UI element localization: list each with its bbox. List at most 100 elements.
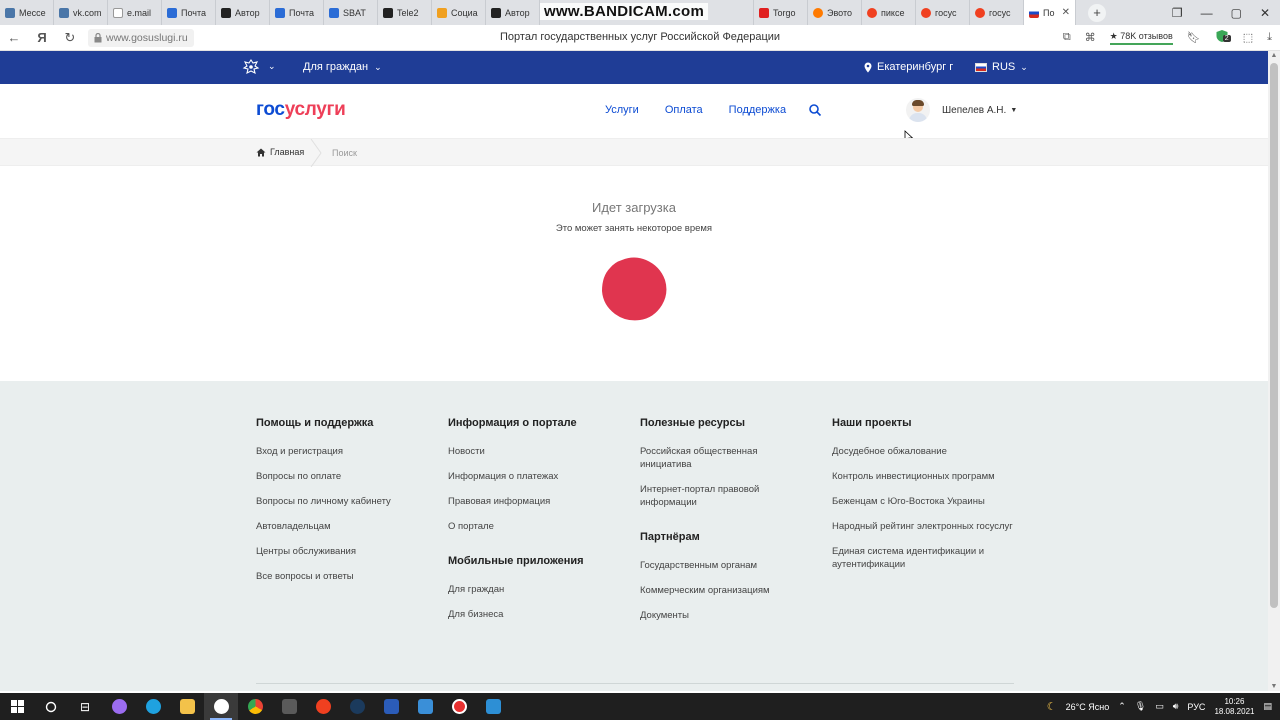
- footer-link[interactable]: Российская общественная инициатива: [640, 445, 810, 471]
- volume-icon[interactable]: 🔊︎: [1173, 701, 1179, 712]
- minimize-window-icon[interactable]: —: [1201, 6, 1213, 20]
- audience-selector[interactable]: Для граждан ⌄: [303, 61, 382, 73]
- scroll-down-icon[interactable]: ▼: [1268, 683, 1280, 690]
- browser-tab[interactable]: SBAT: [324, 0, 378, 25]
- search-icon[interactable]: [808, 103, 822, 117]
- network-icon[interactable]: ▭: [1155, 701, 1164, 712]
- steam-icon[interactable]: [340, 693, 374, 720]
- chevron-up-icon[interactable]: ⌃: [1118, 701, 1126, 712]
- browser-tab[interactable]: Почта: [270, 0, 324, 25]
- footer-link[interactable]: Беженцам с Юго-Востока Украины: [832, 495, 1017, 508]
- reviews-badge[interactable]: ★ 78K отзывов: [1109, 31, 1173, 45]
- nav-item-payment[interactable]: Оплата: [665, 104, 703, 116]
- tab-favicon-icon: [975, 7, 985, 18]
- city-label: Екатеринбург г: [877, 61, 954, 73]
- footer-link[interactable]: Интернет-портал правовой информации: [640, 483, 810, 509]
- scrollbar-thumb[interactable]: [1270, 63, 1278, 608]
- input-language[interactable]: РУС: [1187, 702, 1205, 712]
- microphone-icon[interactable]: 🎙︎: [1135, 701, 1146, 712]
- browser-tab[interactable]: vk.com: [54, 0, 108, 25]
- footer-link[interactable]: Правовая информация: [448, 495, 638, 508]
- footer-link[interactable]: Вопросы по личному кабинету: [256, 495, 446, 508]
- footer-link[interactable]: Досудебное обжалование: [832, 445, 1017, 458]
- footer-link[interactable]: Для граждан: [448, 583, 638, 596]
- download-icon[interactable]: ⤓: [1267, 31, 1272, 44]
- browser-tab[interactable]: пиксе: [862, 0, 916, 25]
- language-selector[interactable]: RUS ⌄: [975, 61, 1028, 73]
- photos-icon[interactable]: [408, 693, 442, 720]
- browser-tab[interactable]: Социа: [432, 0, 486, 25]
- footer-link[interactable]: Все вопросы и ответы: [256, 570, 446, 583]
- footer-link[interactable]: Вопросы по оплате: [256, 470, 446, 483]
- weather-text[interactable]: 26°C Ясно: [1066, 702, 1110, 712]
- nav-item-services[interactable]: Услуги: [605, 104, 639, 116]
- footer-link[interactable]: Новости: [448, 445, 638, 458]
- bookmark-icon[interactable]: 🔖︎: [1187, 31, 1201, 44]
- reload-icon[interactable]: ↻: [56, 30, 84, 46]
- calculator-icon[interactable]: [272, 693, 306, 720]
- browser-tab[interactable]: госус: [916, 0, 970, 25]
- page-scrollbar[interactable]: ▲ ▼: [1268, 51, 1280, 691]
- translate-icon[interactable]: ⌘: [1085, 31, 1096, 44]
- footer-link[interactable]: Для бизнеса: [448, 608, 638, 621]
- task-view-icon[interactable]: ⊟: [68, 693, 102, 720]
- user-menu[interactable]: Шепелев А.Н. ▼: [906, 98, 1017, 122]
- breadcrumb-home[interactable]: Главная: [256, 147, 304, 157]
- state-emblem-icon[interactable]: [242, 58, 260, 76]
- browser-tab[interactable]: Автор: [486, 0, 540, 25]
- browser-tab[interactable]: госус: [970, 0, 1024, 25]
- footer-link[interactable]: Коммерческим организациям: [640, 584, 810, 597]
- yandex-home-icon[interactable]: Я: [28, 30, 56, 45]
- browser-tab[interactable]: Мессе: [0, 0, 54, 25]
- footer-link[interactable]: Государственным органам: [640, 559, 810, 572]
- footer-link[interactable]: Народный рейтинг электронных госуслуг: [832, 520, 1017, 533]
- yandex-icon[interactable]: [306, 693, 340, 720]
- copy-link-icon[interactable]: ⧉: [1063, 31, 1071, 44]
- maximize-window-icon[interactable]: ▢: [1231, 6, 1242, 20]
- city-selector[interactable]: Екатеринбург г: [864, 61, 953, 73]
- footer-link[interactable]: Автовладельцам: [256, 520, 446, 533]
- chevron-down-icon[interactable]: ⌄: [268, 61, 276, 72]
- yandex-browser-icon[interactable]: [204, 693, 238, 720]
- footer-link[interactable]: Документы: [640, 609, 810, 622]
- scroll-up-icon[interactable]: ▲: [1268, 52, 1280, 59]
- protect-extension-icon[interactable]: 2: [1215, 29, 1231, 46]
- url-field[interactable]: www.gosuslugi.ru: [88, 28, 194, 47]
- browser-tab[interactable]: e.mail: [108, 0, 162, 25]
- notifications-icon[interactable]: ▤: [1263, 701, 1272, 712]
- new-tab-button[interactable]: +: [1088, 3, 1106, 22]
- extensions-icon[interactable]: ⬚: [1243, 31, 1253, 44]
- browser-tab-active[interactable]: По ✕: [1024, 0, 1076, 25]
- word-icon[interactable]: [374, 693, 408, 720]
- gosuslugi-logo[interactable]: госуслуги: [256, 99, 346, 121]
- file-explorer-icon[interactable]: [170, 693, 204, 720]
- close-window-icon[interactable]: ✕: [1260, 6, 1270, 20]
- footer-link[interactable]: О портале: [448, 520, 638, 533]
- browser-tab[interactable]: Tele2: [378, 0, 432, 25]
- main-nav: Услуги Оплата Поддержка: [605, 104, 786, 116]
- footer-link[interactable]: Информация о платежах: [448, 470, 638, 483]
- edge-browser-icon[interactable]: [136, 693, 170, 720]
- close-tab-icon[interactable]: ✕: [1062, 7, 1070, 18]
- back-arrow-icon[interactable]: ←: [0, 30, 28, 45]
- browser-tab[interactable]: Почта: [162, 0, 216, 25]
- browser-tab[interactable]: Torgo: [754, 0, 808, 25]
- logo-part-uslugi: услуги: [284, 99, 346, 120]
- footer-link[interactable]: Вход и регистрация: [256, 445, 446, 458]
- site-footer: Помощь и поддержка Вход и регистрация Во…: [0, 381, 1268, 691]
- browser-tab[interactable]: Эвото: [808, 0, 862, 25]
- footer-link[interactable]: Контроль инвестиционных программ: [832, 470, 1017, 483]
- restore-window-icon[interactable]: ❐: [1172, 6, 1183, 20]
- search-icon[interactable]: [34, 693, 68, 720]
- bandicam-record-icon[interactable]: [442, 693, 476, 720]
- footer-link[interactable]: Единая система идентификации и аутентифи…: [832, 545, 1017, 571]
- windows-start-icon[interactable]: [0, 693, 34, 720]
- alice-assistant-icon[interactable]: [102, 693, 136, 720]
- tab-label: e.mail: [127, 7, 152, 18]
- chrome-icon[interactable]: [238, 693, 272, 720]
- browser-tab[interactable]: Автор: [216, 0, 270, 25]
- footer-link[interactable]: Центры обслуживания: [256, 545, 446, 558]
- media-player-icon[interactable]: [476, 693, 510, 720]
- clock[interactable]: 10:26 18.08.2021: [1214, 697, 1254, 717]
- nav-item-support[interactable]: Поддержка: [729, 104, 786, 116]
